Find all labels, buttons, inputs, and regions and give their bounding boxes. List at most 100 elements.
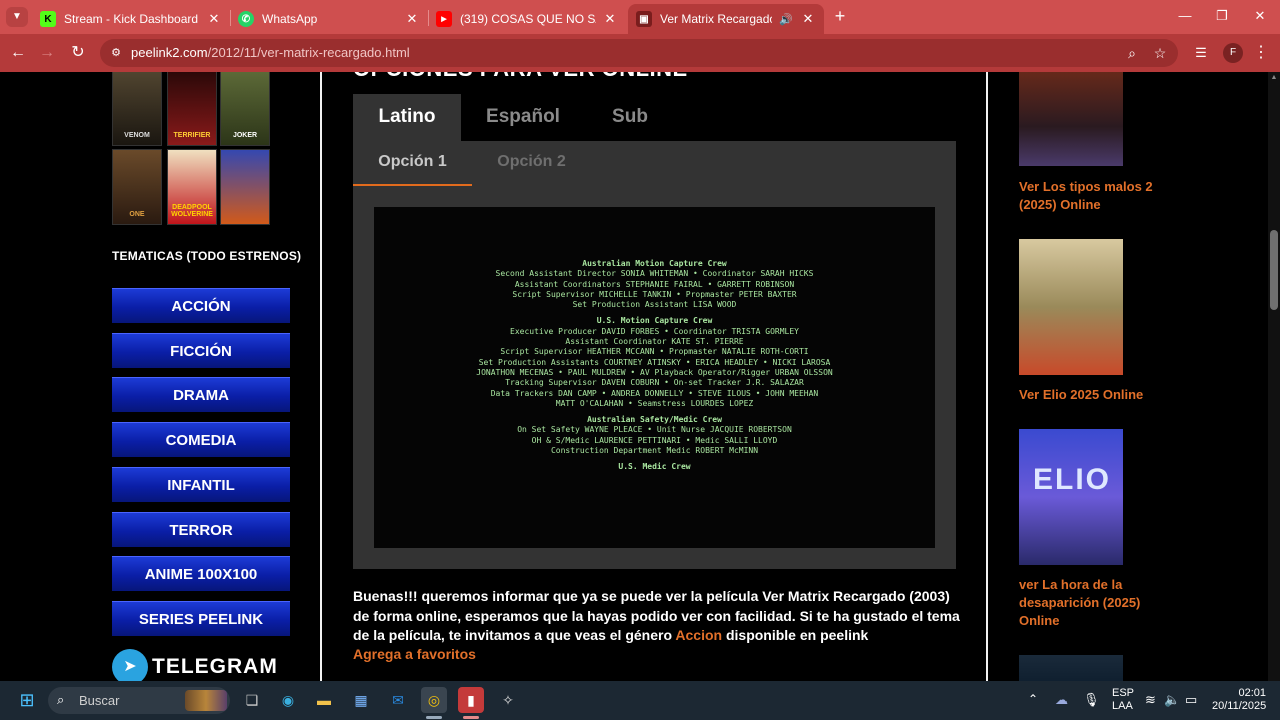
- volume-icon[interactable]: 🔈: [1164, 692, 1180, 708]
- genre-button-series[interactable]: SERIES PEELINK: [112, 601, 290, 636]
- youtube-icon: ▶: [436, 11, 452, 27]
- menu-dots-icon[interactable]: ⋮: [1250, 42, 1272, 64]
- option-tab-2[interactable]: Opción 2: [474, 141, 589, 186]
- close-tab-icon[interactable]: ✕: [404, 11, 420, 27]
- app-with-badge-icon[interactable]: ✧: [495, 687, 521, 713]
- search-highlight-image: [185, 690, 227, 711]
- language-indicator[interactable]: ESP LAA: [1112, 687, 1134, 713]
- address-bar[interactable]: ⚙ peelink2.com/2012/11/ver-matrix-recarg…: [100, 39, 1178, 67]
- scroll-thumb[interactable]: [1270, 230, 1278, 310]
- credits-line: Tracking Supervisor DAVEN COBURN • On-se…: [505, 378, 804, 388]
- tab-sub[interactable]: Sub: [593, 94, 667, 141]
- options-heading: OPCIONES PARA VER ONLINE: [353, 72, 688, 82]
- movie-poster-elio[interactable]: ELIO: [1019, 429, 1123, 565]
- poster-thumbnail[interactable]: DEADPOOL WOLVERINE: [167, 149, 217, 225]
- credits-line: Assistant Coordinator KATE ST. PIERRE: [565, 337, 744, 347]
- tab-whatsapp[interactable]: ✆ WhatsApp ✕: [230, 4, 428, 34]
- credits-section-heading: Australian Motion Capture Crew: [582, 259, 727, 268]
- profile-avatar[interactable]: F: [1223, 43, 1243, 63]
- task-view-icon[interactable]: ❏: [239, 687, 265, 713]
- show-hidden-icons-chevron-icon[interactable]: ⌃: [1028, 692, 1038, 706]
- close-tab-icon[interactable]: ✕: [800, 11, 816, 27]
- reading-list-icon[interactable]: ☰: [1190, 42, 1212, 64]
- poster-thumbnail[interactable]: [220, 149, 270, 225]
- language-code: ESP: [1112, 687, 1135, 699]
- genre-button-ficcion[interactable]: FICCIÓN: [112, 333, 290, 368]
- web-page: VENOM TERRIFIER JOKER ONE DEADPOOL WOLVE…: [0, 72, 1268, 681]
- add-favorites-link[interactable]: Agrega a favoritos: [353, 646, 476, 662]
- credits-line: Script Supervisor MICHELLE TANKIN • Prop…: [512, 289, 797, 299]
- telegram-banner[interactable]: ➤ TELEGRAM: [112, 649, 290, 681]
- windows-taskbar: ⊞ ⌕ Buscar ❏ ◉ ▬ ▦ ✉ ◎ ▮ ✧ ⌃ ☁ 🎙 ESP LAA…: [0, 681, 1280, 720]
- tab-search-chevron-icon[interactable]: ▼: [6, 7, 28, 27]
- description-text: Buenas!!! queremos informar que ya se pu…: [353, 588, 960, 643]
- forward-arrow-icon[interactable]: →: [36, 42, 58, 64]
- genre-button-accion[interactable]: ACCIÓN: [112, 288, 290, 323]
- page-scrollbar[interactable]: ▲: [1268, 72, 1280, 681]
- battery-icon[interactable]: ▭: [1185, 692, 1197, 708]
- genre-button-anime[interactable]: ANIME 100X100: [112, 556, 290, 591]
- close-tab-icon[interactable]: ✕: [206, 11, 222, 27]
- credits-line: Second Assistant Director SONIA WHITEMAN…: [495, 269, 814, 279]
- close-window-icon[interactable]: ✕: [1250, 6, 1270, 26]
- speaker-icon[interactable]: 🔊: [778, 13, 794, 26]
- clock-date: 20/11/2025: [1212, 700, 1267, 712]
- poster-label: TERRIFIER: [173, 132, 211, 139]
- cloud-icon[interactable]: ☁: [1055, 692, 1068, 708]
- url-text[interactable]: peelink2.com/2012/11/ver-matrix-recargad…: [131, 45, 410, 60]
- edge-icon[interactable]: ◉: [275, 687, 301, 713]
- poster-thumbnail[interactable]: VENOM: [112, 72, 162, 146]
- elio-logo-art: ELIO: [1033, 463, 1112, 496]
- poster-label: VENOM: [124, 132, 150, 139]
- movie-poster-tipos-malos[interactable]: [1019, 72, 1123, 166]
- minimize-icon[interactable]: —: [1175, 6, 1195, 26]
- back-arrow-icon[interactable]: ←: [7, 42, 29, 64]
- tab-kick[interactable]: K Stream - Kick Dashboard ✕: [32, 4, 230, 34]
- taskbar-search[interactable]: ⌕ Buscar: [48, 687, 230, 714]
- close-tab-icon[interactable]: ✕: [602, 11, 618, 27]
- site-info-icon[interactable]: ⚙: [108, 45, 124, 61]
- outlook-icon[interactable]: ✉: [385, 687, 411, 713]
- credits-line: JONATHON MECENAS • PAUL MULDREW • AV Pla…: [476, 367, 833, 377]
- bookmark-star-icon[interactable]: ☆: [1151, 44, 1169, 62]
- option-tab-1[interactable]: Opción 1: [353, 141, 472, 186]
- scroll-up-arrow-icon[interactable]: ▲: [1270, 74, 1278, 82]
- tab-title: (319) COSAS QUE NO SABIAS DE: [460, 12, 596, 26]
- url-path: /2012/11/ver-matrix-recargado.html: [207, 45, 410, 60]
- genre-button-terror[interactable]: TERROR: [112, 512, 290, 547]
- zoom-icon[interactable]: ⌕: [1123, 44, 1141, 62]
- tab-latino[interactable]: Latino: [353, 94, 461, 141]
- movie-poster-next[interactable]: [1019, 655, 1123, 681]
- left-sidebar: VENOM TERRIFIER JOKER ONE DEADPOOL WOLVE…: [72, 72, 322, 681]
- genre-button-comedia[interactable]: COMEDIA: [112, 422, 290, 457]
- genre-button-drama[interactable]: DRAMA: [112, 377, 290, 412]
- kick-icon: K: [40, 11, 56, 27]
- poster-thumbnail[interactable]: ONE: [112, 149, 162, 225]
- poster-thumbnail[interactable]: JOKER: [220, 72, 270, 146]
- movie-poster-elio-2025[interactable]: [1019, 239, 1123, 375]
- movie-link-elio[interactable]: Ver Elio 2025 Online: [1019, 386, 1169, 404]
- chrome-icon[interactable]: ◎: [421, 687, 447, 713]
- wifi-icon[interactable]: ≋: [1145, 692, 1156, 708]
- genre-link-accion[interactable]: Accion: [675, 627, 722, 643]
- microphone-icon[interactable]: 🎙: [1083, 692, 1100, 708]
- file-explorer-icon[interactable]: ▬: [311, 687, 337, 713]
- tab-espanol[interactable]: Español: [471, 94, 575, 141]
- clock[interactable]: 02:01 20/11/2025: [1212, 687, 1266, 713]
- credits-section-heading: U.S. Medic Crew: [618, 462, 691, 472]
- video-player[interactable]: Australian Motion Capture Crew Second Ass…: [374, 207, 935, 548]
- movie-link-tipos-malos[interactable]: Ver Los tipos malos 2 (2025) Online: [1019, 178, 1169, 214]
- genre-button-infantil[interactable]: INFANTIL: [112, 467, 290, 502]
- poster-label: JOKER: [232, 132, 258, 139]
- windows-start-icon[interactable]: ⊞: [14, 687, 40, 713]
- tab-youtube[interactable]: ▶ (319) COSAS QUE NO SABIAS DE ✕: [428, 4, 626, 34]
- new-tab-plus-icon[interactable]: +: [830, 6, 850, 26]
- restore-icon[interactable]: ❐: [1212, 6, 1232, 26]
- chrome-profile-icon[interactable]: ▮: [458, 687, 484, 713]
- poster-thumbnail[interactable]: TERRIFIER: [167, 72, 217, 146]
- poster-label: ONE: [129, 211, 145, 218]
- store-icon[interactable]: ▦: [348, 687, 374, 713]
- reload-icon[interactable]: ↻: [67, 42, 89, 64]
- tab-matrix-active[interactable]: ▣ Ver Matrix Recargado (2003 🔊 ✕: [628, 4, 824, 34]
- movie-link-hora-desaparicion[interactable]: ver La hora de la desaparición (2025) On…: [1019, 576, 1169, 630]
